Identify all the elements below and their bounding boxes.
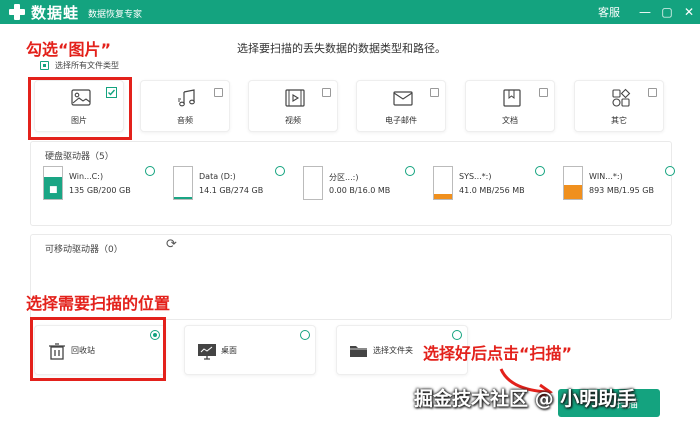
drive-radio[interactable] [535,166,545,176]
location-label: 选择文件夹 [373,346,413,355]
type-card-video[interactable]: 视频 [248,80,338,132]
drive-usage-fill [174,197,192,199]
restore-button[interactable]: ▢ [656,0,678,24]
type-label: 视频 [285,116,301,125]
highlight-box-recycle-bin [30,317,166,381]
other-checkbox[interactable] [648,88,657,97]
drive-list: ■ Win...C:) 135 GB/200 GB Data (D:) 14.1… [43,150,675,214]
drive-size: 135 GB/200 GB [69,186,131,195]
watermark: 掘金技术社区 @ 小明助手 [414,388,637,410]
folder-icon [350,346,367,357]
type-card-document[interactable]: 文档 [465,80,555,132]
location-radio[interactable] [300,330,310,340]
annotation-click-scan: 选择好后点击“扫描” [423,344,573,363]
drive-radio[interactable] [405,166,415,176]
drive-item-sys[interactable]: SYS...*:) 41.0 MB/256 MB [433,166,545,204]
hard-drive-icon [303,166,323,200]
type-card-email[interactable]: 电子邮件 [356,80,446,132]
type-label: 文档 [502,116,518,125]
document-icon [503,89,521,107]
drive-name: SYS...*:) [459,172,492,181]
video-checkbox[interactable] [322,88,331,97]
type-card-audio[interactable]: 音频 [140,80,230,132]
drive-usage-fill [564,184,582,199]
page-heading: 选择要扫描的丢失数据的数据类型和路径。 [237,42,446,55]
app-window: { "titlebar": { "app_name": "数据蛙", "subt… [0,0,700,427]
hard-drive-icon [563,166,583,200]
highlight-box-image [28,77,132,140]
hard-drive-section: 硬盘驱动器（5） ■ Win...C:) 135 GB/200 GB Data … [30,141,675,226]
drive-size: 0.00 B/16.0 MB [329,186,391,195]
drive-usage-fill [434,193,452,199]
refresh-icon[interactable]: ⟳ [166,238,177,252]
hard-drive-icon [173,166,193,200]
type-card-other[interactable]: 其它 [574,80,664,132]
email-checkbox[interactable] [430,88,439,97]
annotation-pick-image: 勾选“图片” [26,40,112,59]
drive-name: Data (D:) [199,172,236,181]
app-logo: 数据蛙 数据恢复专家 [8,2,142,23]
title-bar: 数据蛙 数据恢复专家 客服 — ▢ ✕ [0,0,700,24]
hard-drive-icon: ■ [43,166,63,200]
desktop-icon [198,344,216,360]
app-subtitle: 数据恢复专家 [88,9,143,20]
audio-checkbox[interactable] [214,88,223,97]
type-label: 音频 [177,116,193,125]
close-button[interactable]: ✕ [678,0,700,24]
location-desktop[interactable]: 桌面 [184,325,316,375]
drive-item-win[interactable]: WIN...*:) 893 MB/1.95 GB [563,166,675,204]
select-all-label: 选择所有文件类型 [55,61,119,70]
customer-service-link[interactable]: 客服 [598,4,620,20]
removable-drive-title: 可移动驱动器（0） [45,245,123,255]
logo-cross-icon [8,3,26,21]
drive-radio[interactable] [145,166,155,176]
drive-name: WIN...*:) [589,172,623,181]
drive-name: 分区...:) [329,173,359,182]
type-label: 电子邮件 [385,116,417,125]
other-icon [612,88,631,107]
music-icon [178,89,195,107]
type-label: 其它 [611,116,627,125]
document-checkbox[interactable] [539,88,548,97]
video-icon [285,89,305,107]
location-radio[interactable] [452,330,462,340]
select-all-check-icon [40,61,49,70]
windows-logo-icon: ■ [49,185,58,195]
drive-size: 14.1 GB/274 GB [199,186,264,195]
select-all-checkbox[interactable]: 选择所有文件类型 [40,60,119,71]
annotation-pick-location: 选择需要扫描的位置 [26,294,171,313]
app-name: 数据蛙 [31,3,80,22]
hard-drive-icon [433,166,453,200]
drive-size: 41.0 MB/256 MB [459,186,525,195]
drive-item-d[interactable]: Data (D:) 14.1 GB/274 GB [173,166,285,204]
location-label: 桌面 [221,346,237,355]
minimize-button[interactable]: — [634,0,656,24]
drive-name: Win...C:) [69,172,104,181]
drive-radio[interactable] [275,166,285,176]
drive-radio[interactable] [665,166,675,176]
drive-size: 893 MB/1.95 GB [589,186,654,195]
window-controls: 客服 — ▢ ✕ [598,0,700,24]
drive-item-c[interactable]: ■ Win...C:) 135 GB/200 GB [43,166,155,204]
mail-icon [393,91,413,106]
drive-item-partition[interactable]: 分区...:) 0.00 B/16.0 MB [303,166,415,204]
